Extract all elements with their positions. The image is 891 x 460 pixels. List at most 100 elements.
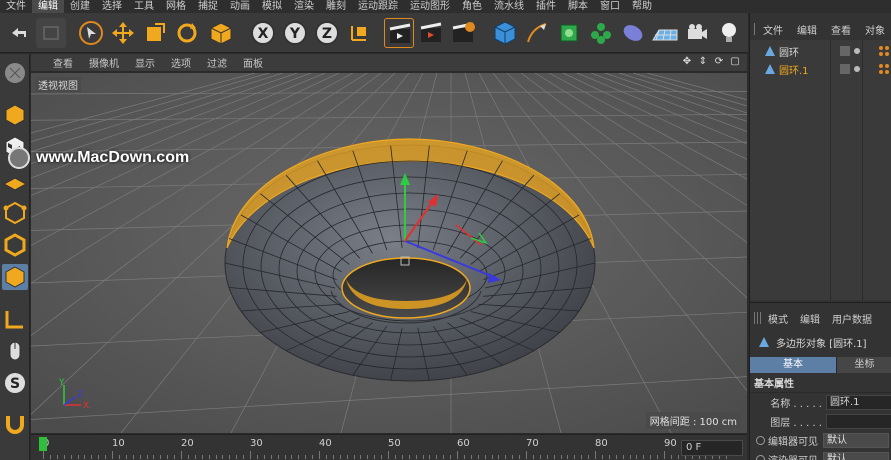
attr-menu-edit[interactable]: 编辑	[794, 311, 826, 326]
viewport-menu-camera[interactable]: 摄像机	[81, 55, 127, 70]
workplane-icon[interactable]	[2, 168, 28, 194]
visibility-toggle-icon[interactable]	[840, 46, 850, 56]
timeline-tick	[622, 455, 624, 459]
pen-spline-icon[interactable]	[522, 18, 552, 48]
name-field[interactable]: 圆环.1	[826, 395, 891, 410]
timeline-tick	[277, 455, 279, 459]
menu-item-8[interactable]: 模拟	[256, 0, 288, 13]
timeline-tick	[601, 455, 603, 459]
viewport-menu-view[interactable]: 查看	[31, 55, 81, 70]
panel-grip-icon[interactable]	[754, 312, 762, 324]
menu-item-11[interactable]: 运动跟踪	[352, 0, 404, 13]
menu-item-13[interactable]: 角色	[456, 0, 488, 13]
timeline-tick	[532, 455, 534, 459]
scale-icon[interactable]	[140, 18, 170, 48]
zoom-icon[interactable]: ⇕	[697, 56, 709, 68]
menu-item-6[interactable]: 捕捉	[192, 0, 224, 13]
render-visible-dropdown[interactable]: 默认	[823, 452, 889, 460]
orbit-icon[interactable]: ⟳	[713, 56, 725, 68]
attr-menu-mode[interactable]: 模式	[762, 311, 794, 326]
deformer-icon[interactable]	[618, 18, 648, 48]
menu-item-4[interactable]: 工具	[128, 0, 160, 13]
menu-item-3[interactable]: 选择	[96, 0, 128, 13]
render-view-icon[interactable]	[384, 18, 414, 48]
object-menu-file[interactable]: 文件	[756, 22, 790, 37]
edges-mode-icon[interactable]	[2, 232, 28, 258]
points-mode-icon[interactable]	[2, 200, 28, 226]
move-icon[interactable]	[108, 18, 138, 48]
coordinate-system-icon[interactable]	[344, 18, 374, 48]
viewport-menu-display[interactable]: 显示	[127, 55, 163, 70]
mograph-cloner-icon[interactable]	[586, 18, 616, 48]
menu-item-2[interactable]: 创建	[64, 0, 96, 13]
menu-item-10[interactable]: 雕刻	[320, 0, 352, 13]
material-tag-icon[interactable]	[878, 63, 890, 75]
render-dot-icon[interactable]	[854, 48, 860, 54]
maximize-view-icon[interactable]: ▢	[729, 56, 741, 68]
menu-item-14[interactable]: 流水线	[488, 0, 530, 13]
last-tool-icon[interactable]	[206, 18, 236, 48]
object-menu-view[interactable]: 查看	[824, 22, 858, 37]
snap-icon[interactable]: S	[2, 370, 28, 396]
render-dot-icon[interactable]	[854, 66, 860, 72]
pan-icon[interactable]: ✥	[681, 56, 693, 68]
select-cursor-icon[interactable]	[76, 18, 106, 48]
tab-coordinates[interactable]: 坐标	[836, 357, 891, 373]
viewport-menu-options[interactable]: 选项	[163, 55, 199, 70]
visibility-toggle-icon[interactable]	[840, 64, 850, 74]
viewport-scene[interactable]: Y X Z	[31, 73, 747, 433]
tweak-mode-icon[interactable]	[2, 338, 28, 364]
timeline-playhead[interactable]	[39, 437, 47, 451]
menu-item-0[interactable]: 文件	[0, 0, 32, 13]
menu-item-15[interactable]: 插件	[530, 0, 562, 13]
menu-item-18[interactable]: 帮助	[626, 0, 658, 13]
object-row-torus[interactable]: 圆环	[750, 42, 891, 60]
menu-item-16[interactable]: 脚本	[562, 0, 594, 13]
object-menu-edit[interactable]: 编辑	[790, 22, 824, 37]
model-mode-icon[interactable]	[2, 102, 28, 128]
perspective-viewport[interactable]: Y X Z 透视视图 网格间距 : 100 cm	[31, 73, 747, 433]
editor-visible-dropdown[interactable]: 默认	[823, 433, 889, 448]
current-frame-field[interactable]: 0 F	[681, 440, 743, 456]
rotate-icon[interactable]	[172, 18, 202, 48]
y-axis-lock-icon[interactable]: Y	[280, 18, 310, 48]
menu-item-9[interactable]: 渲染	[288, 0, 320, 13]
timeline-tick	[201, 455, 203, 459]
object-row-torus-1[interactable]: 圆环.1	[750, 60, 891, 78]
menu-item-5[interactable]: 网格	[160, 0, 192, 13]
polygons-mode-icon[interactable]	[2, 264, 28, 290]
object-menu-objects[interactable]: 对象	[858, 22, 891, 37]
editor-visible-radio[interactable]	[756, 436, 765, 445]
magnet-icon[interactable]	[2, 410, 28, 436]
tab-basic[interactable]: 基本	[750, 357, 836, 373]
floor-icon[interactable]	[650, 18, 680, 48]
menu-item-17[interactable]: 窗口	[594, 0, 626, 13]
menu-item-1[interactable]: 编辑	[32, 0, 64, 13]
x-axis-lock-icon[interactable]: X	[248, 18, 278, 48]
timeline[interactable]: 0102030405060708090 0 F	[31, 434, 747, 460]
camera-icon[interactable]	[682, 18, 712, 48]
render-visible-radio[interactable]	[756, 455, 765, 460]
redo-icon[interactable]	[36, 18, 66, 48]
subdivision-icon[interactable]	[554, 18, 584, 48]
attribute-manager-menu: 模式 编辑 用户数据	[750, 309, 891, 327]
make-editable-icon[interactable]	[2, 60, 28, 86]
torus-object[interactable]	[224, 138, 596, 382]
viewport-menu-filter[interactable]: 过滤	[199, 55, 235, 70]
axis-mode-icon[interactable]	[2, 306, 28, 332]
z-axis-lock-icon[interactable]: Z	[312, 18, 342, 48]
menu-item-7[interactable]: 动画	[224, 0, 256, 13]
undo-icon[interactable]	[4, 18, 34, 48]
menu-item-12[interactable]: 运动图形	[404, 0, 456, 13]
material-tag-icon[interactable]	[878, 45, 890, 57]
viewport-menu-panel[interactable]: 面板	[235, 55, 271, 70]
light-icon[interactable]	[714, 18, 744, 48]
attr-menu-user-data[interactable]: 用户数据	[826, 311, 878, 326]
render-settings-icon[interactable]	[448, 18, 478, 48]
timeline-tick	[215, 455, 217, 459]
timeline-ruler[interactable]: 0102030405060708090	[39, 435, 728, 460]
render-visible-row: 渲染器可见 默认	[750, 450, 891, 460]
cube-icon[interactable]	[490, 18, 520, 48]
render-picture-viewer-icon[interactable]	[416, 18, 446, 48]
layer-field[interactable]	[826, 414, 891, 429]
